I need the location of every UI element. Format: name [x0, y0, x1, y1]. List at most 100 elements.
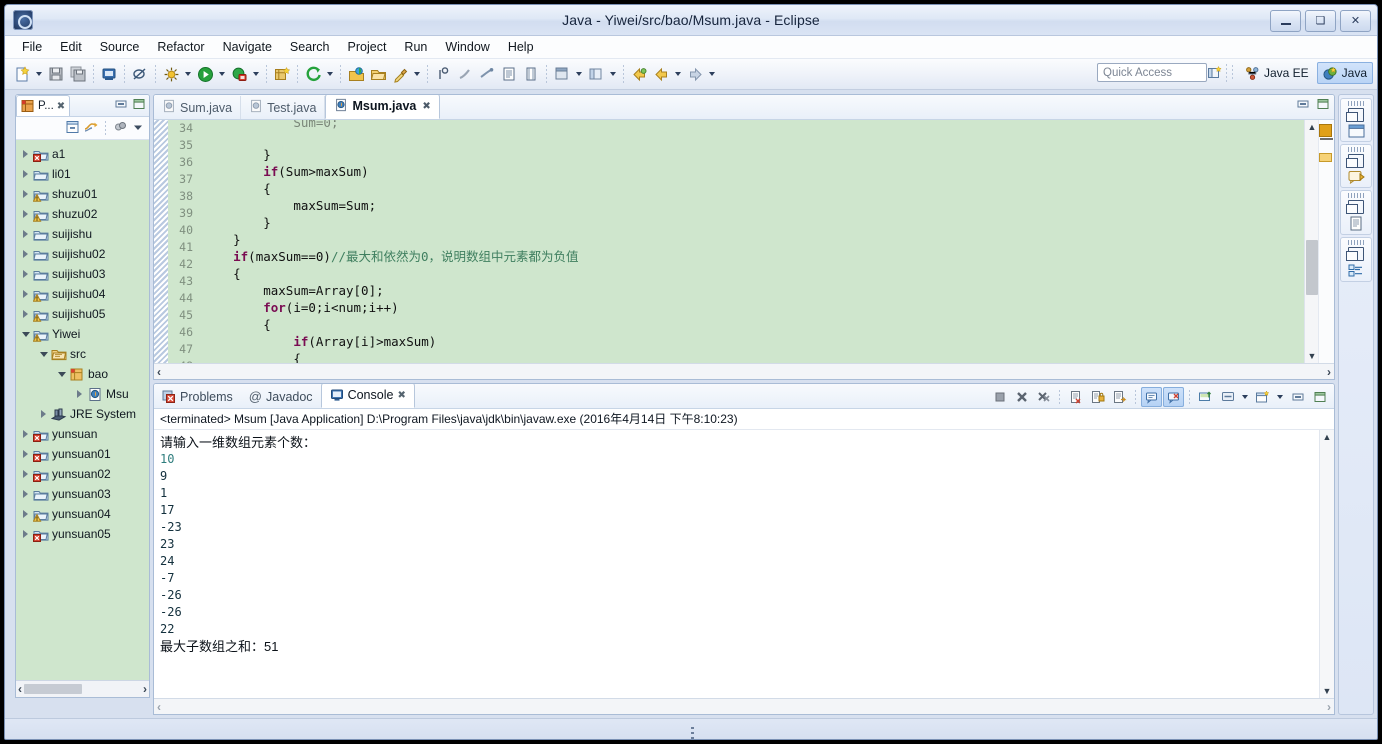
perspective-java-ee[interactable]: Java EE — [1239, 62, 1315, 84]
console-output[interactable]: 请输入一维数组元素个数： 10 9 1 17 -23 23 24 -7 -26 -26 22 最大子数组… — [154, 430, 1334, 698]
restore-view-icon[interactable] — [1346, 154, 1364, 168]
display-selected-console-dropdown-icon[interactable] — [1239, 386, 1251, 408]
menu-help[interactable]: Help — [499, 38, 543, 56]
tree-item-shuzu02[interactable]: shuzu02 — [16, 204, 149, 224]
tree-expand-arrow-icon[interactable] — [19, 204, 32, 224]
tree-expand-arrow-icon[interactable] — [19, 484, 32, 504]
save-all-icon[interactable] — [67, 63, 89, 85]
editor-annotation-ruler[interactable] — [154, 120, 168, 363]
fast-view-outline[interactable] — [1340, 237, 1372, 282]
scroll-lock-icon[interactable] — [1087, 387, 1108, 407]
scroll-right-icon[interactable]: › — [143, 683, 147, 695]
external-tools-icon[interactable] — [302, 63, 324, 85]
code-line[interactable]: { — [203, 316, 1334, 333]
previous-annotation-icon[interactable] — [454, 63, 476, 85]
editor-vscroll-thumb[interactable] — [1306, 240, 1318, 295]
tree-item-jre system[interactable]: JRE System — [16, 404, 149, 424]
tree-item-yunsuan03[interactable]: yunsuan03 — [16, 484, 149, 504]
code-line[interactable]: maxSum=Sum; — [203, 197, 1334, 214]
tree-item-yunsuan05[interactable]: yunsuan05 — [16, 524, 149, 544]
tree-item-yiwei[interactable]: Yiwei — [16, 324, 149, 344]
tab-project-explorer-close-icon[interactable]: ✖ — [57, 101, 65, 112]
open-perspective-button[interactable] — [1204, 62, 1226, 84]
perspective-java[interactable]: Java — [1316, 62, 1373, 84]
link-with-editor-icon[interactable] — [83, 120, 98, 137]
tree-expand-arrow-icon[interactable] — [19, 184, 32, 204]
editor-scroll-right-icon[interactable]: › — [1327, 366, 1331, 378]
close-button[interactable]: ✕ — [1340, 10, 1371, 32]
editor-source-code[interactable]: Sum=0; } if(Sum>maxSum) { maxSum=Sum; } … — [197, 120, 1334, 363]
new-window-icon[interactable] — [551, 63, 573, 85]
tree-item-suijishu05[interactable]: suijishu05 — [16, 304, 149, 324]
code-line[interactable]: { — [203, 180, 1334, 197]
tree-expand-arrow-icon[interactable] — [37, 404, 50, 424]
tree-expand-arrow-icon[interactable] — [19, 524, 32, 544]
editor-vertical-scrollbar[interactable]: ▲ ▼ — [1304, 120, 1319, 363]
code-line[interactable]: } — [203, 231, 1334, 248]
debug-dropdown-icon[interactable] — [182, 63, 194, 85]
external-tools-dropdown-icon[interactable] — [324, 63, 336, 85]
menu-search[interactable]: Search — [281, 38, 339, 56]
maximize-icon[interactable] — [132, 98, 146, 113]
editor-overview-ruler[interactable] — [1318, 120, 1334, 363]
code-line[interactable]: if(Array[i]>maxSum) — [203, 333, 1334, 350]
tree-expand-arrow-icon[interactable] — [73, 384, 86, 404]
menu-run[interactable]: Run — [395, 38, 436, 56]
tree-expand-arrow-icon[interactable] — [19, 464, 32, 484]
console-vertical-scrollbar[interactable]: ▲ ▼ — [1319, 430, 1334, 698]
editor-horizontal-scrollbar[interactable]: ‹ › — [154, 363, 1334, 379]
new-wizard-icon[interactable] — [11, 63, 33, 85]
terminate-icon[interactable] — [989, 387, 1010, 407]
new-java-package-icon[interactable] — [271, 63, 293, 85]
tree-collapse-arrow-icon[interactable] — [37, 344, 50, 364]
back-icon[interactable] — [628, 63, 650, 85]
minimize-button[interactable] — [1270, 10, 1301, 32]
focus-icon[interactable] — [113, 120, 128, 137]
minimize-icon[interactable] — [114, 98, 128, 113]
editor-scroll-left-icon[interactable]: ‹ — [157, 366, 161, 378]
word-wrap-icon[interactable] — [1109, 387, 1130, 407]
code-line[interactable]: maxSum=Array[0]; — [203, 282, 1334, 299]
code-line[interactable]: if(Sum>maxSum) — [203, 163, 1334, 180]
minimize-icon[interactable] — [1296, 98, 1310, 113]
tree-expand-arrow-icon[interactable] — [19, 144, 32, 164]
menu-edit[interactable]: Edit — [51, 38, 91, 56]
pin-console-icon[interactable] — [1195, 387, 1216, 407]
code-line[interactable]: Sum=0; — [203, 120, 1334, 129]
tree-item-yunsuan02[interactable]: yunsuan02 — [16, 464, 149, 484]
new-window-dropdown-icon[interactable] — [573, 63, 585, 85]
code-line[interactable]: { — [203, 350, 1334, 363]
tree-item-yunsuan[interactable]: yunsuan — [16, 424, 149, 444]
coverage-dropdown-icon[interactable] — [250, 63, 262, 85]
menu-source[interactable]: Source — [91, 38, 149, 56]
back-history-icon[interactable] — [650, 63, 672, 85]
console-scroll-right-icon[interactable]: › — [1327, 701, 1331, 713]
remove-all-terminated-icon[interactable] — [1033, 387, 1054, 407]
open-type-icon[interactable] — [345, 63, 367, 85]
show-console-on-output-icon[interactable] — [1141, 387, 1162, 407]
view-menu-icon[interactable] — [131, 120, 145, 137]
editor-scroll-up-icon[interactable]: ▲ — [1305, 120, 1319, 134]
tree-item-li01[interactable]: li01 — [16, 164, 149, 184]
tree-expand-arrow-icon[interactable] — [19, 224, 32, 244]
code-line[interactable]: for(i=0;i<num;i++) — [203, 299, 1334, 316]
fast-view-editor-area[interactable] — [1340, 98, 1372, 142]
editor-scroll-down-icon[interactable]: ▼ — [1305, 349, 1319, 363]
menu-project[interactable]: Project — [339, 38, 396, 56]
forward-icon[interactable] — [684, 63, 706, 85]
run-icon[interactable] — [194, 63, 216, 85]
quick-access-input[interactable]: Quick Access — [1097, 63, 1207, 82]
restore-button[interactable]: ❏ — [1305, 10, 1336, 32]
tab-javadoc[interactable]: @ Javadoc — [241, 385, 321, 408]
last-edit-location-icon[interactable] — [476, 63, 498, 85]
forward-dropdown-icon[interactable] — [706, 63, 718, 85]
tree-item-shuzu01[interactable]: shuzu01 — [16, 184, 149, 204]
tree-item-suijishu[interactable]: suijishu — [16, 224, 149, 244]
next-annotation-icon[interactable] — [432, 63, 454, 85]
toggle-breakpoint-icon[interactable] — [129, 63, 151, 85]
tree-item-msu[interactable]: Msu — [16, 384, 149, 404]
scroll-left-icon[interactable]: ‹ — [18, 683, 22, 695]
tree-item-yunsuan01[interactable]: yunsuan01 — [16, 444, 149, 464]
search-dropdown-icon[interactable] — [411, 63, 423, 85]
menu-window[interactable]: Window — [436, 38, 498, 56]
